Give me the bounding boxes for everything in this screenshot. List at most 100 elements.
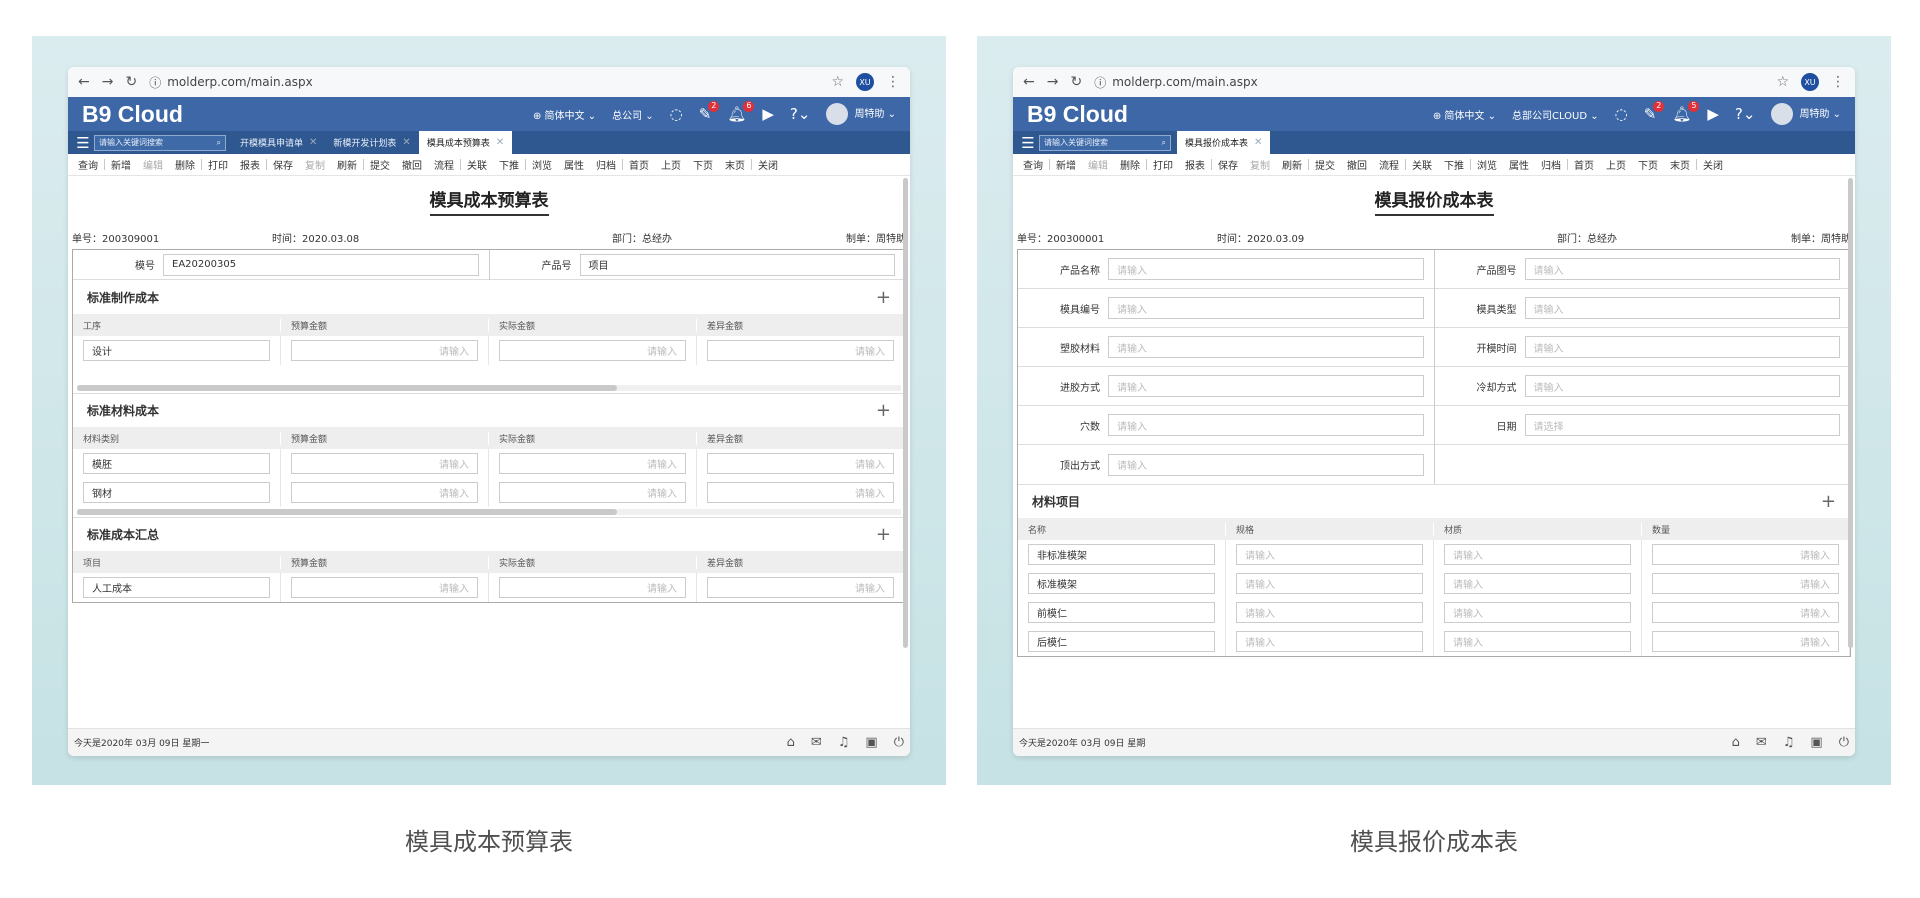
toolbar-submit[interactable]: 提交 xyxy=(1309,157,1341,172)
user-menu[interactable]: 周特助 ⌄ xyxy=(1771,103,1841,125)
add-row-icon[interactable]: + xyxy=(876,524,891,545)
plastic-material-input[interactable]: 请输入 xyxy=(1108,336,1424,358)
toolbar-flow[interactable]: 流程 xyxy=(428,157,460,172)
budget-amount-field[interactable]: 请输入 xyxy=(291,577,478,598)
actual-amount-field[interactable]: 请输入 xyxy=(499,482,686,503)
power-icon[interactable]: ⏻ xyxy=(894,735,904,750)
budget-amount-field[interactable]: 请输入 xyxy=(291,340,478,361)
bookmark-star-icon[interactable]: ☆ xyxy=(1776,74,1789,90)
gate-method-input[interactable]: 请输入 xyxy=(1108,375,1424,397)
address-bar[interactable]: ⓘ molderp.com/main.aspx xyxy=(1094,74,1764,91)
material-type-field[interactable]: 模胚 xyxy=(83,453,270,474)
mail-icon[interactable]: ✉ xyxy=(811,735,822,750)
play-icon[interactable]: ▶︎ xyxy=(1707,106,1719,122)
chart-icon[interactable]: ▣ xyxy=(1810,735,1822,750)
language-switch[interactable]: ⊕ 简体中文 ⌄ xyxy=(1433,107,1496,122)
diff-amount-field[interactable]: 请输入 xyxy=(707,453,894,474)
toolbar-edit[interactable]: 编辑 xyxy=(1082,157,1114,172)
open-time-input[interactable]: 请输入 xyxy=(1524,336,1840,358)
toolbar-withdraw[interactable]: 撤回 xyxy=(1341,157,1373,172)
add-row-icon[interactable]: + xyxy=(1821,491,1836,512)
cavity-input[interactable]: 请输入 xyxy=(1108,414,1424,436)
item-field[interactable]: 人工成本 xyxy=(83,577,270,598)
diff-amount-field[interactable]: 请输入 xyxy=(707,482,894,503)
reload-icon[interactable]: ↻ xyxy=(125,74,137,90)
toolbar-prev[interactable]: 上页 xyxy=(655,157,687,172)
toolbar-edit[interactable]: 编辑 xyxy=(137,157,169,172)
process-field[interactable]: 设计 xyxy=(83,340,270,361)
item-name-field[interactable]: 标准模架 xyxy=(1028,573,1215,594)
edit-icon[interactable]: ✎ 2 xyxy=(1644,100,1665,122)
toolbar-last[interactable]: 末页 xyxy=(719,157,751,172)
material-field[interactable]: 请输入 xyxy=(1444,544,1631,565)
chat-icon[interactable]: ◌ xyxy=(670,106,683,122)
search-input[interactable]: 请输入关键词搜索 ⌕ xyxy=(94,134,226,151)
play-icon[interactable]: ▶︎ xyxy=(762,106,774,122)
item-name-field[interactable]: 非标准模架 xyxy=(1028,544,1215,565)
spec-field[interactable]: 请输入 xyxy=(1236,602,1423,623)
user-menu[interactable]: 周特助 ⌄ xyxy=(826,103,896,125)
budget-amount-field[interactable]: 请输入 xyxy=(291,482,478,503)
quantity-field[interactable]: 请输入 xyxy=(1652,631,1839,652)
quantity-field[interactable]: 请输入 xyxy=(1652,573,1839,594)
toolbar-first[interactable]: 首页 xyxy=(1568,157,1600,172)
toolbar-browse[interactable]: 浏览 xyxy=(1471,157,1503,172)
add-row-icon[interactable]: + xyxy=(876,400,891,421)
toolbar-withdraw[interactable]: 撤回 xyxy=(396,157,428,172)
search-icon[interactable]: ⌕ xyxy=(217,138,221,148)
toolbar-last[interactable]: 末页 xyxy=(1664,157,1696,172)
actual-amount-field[interactable]: 请输入 xyxy=(499,453,686,474)
spec-field[interactable]: 请输入 xyxy=(1236,573,1423,594)
home-icon[interactable]: ⌂ xyxy=(787,735,795,750)
tab-cost-budget[interactable]: 模具成本预算表 ✕ xyxy=(418,131,513,154)
diff-amount-field[interactable]: 请输入 xyxy=(707,340,894,361)
toolbar-print[interactable]: 打印 xyxy=(202,157,234,172)
toolbar-next[interactable]: 下页 xyxy=(1632,157,1664,172)
cooling-method-input[interactable]: 请输入 xyxy=(1524,375,1840,397)
toolbar-archive[interactable]: 归档 xyxy=(590,157,622,172)
music-icon[interactable]: ♫ xyxy=(838,735,850,750)
company-switch[interactable]: 总部公司CLOUD ⌄ xyxy=(1512,107,1599,122)
toolbar-close[interactable]: 关闭 xyxy=(1697,157,1729,172)
toolbar-submit[interactable]: 提交 xyxy=(364,157,396,172)
toolbar-archive[interactable]: 归档 xyxy=(1535,157,1567,172)
bookmark-star-icon[interactable]: ☆ xyxy=(831,74,844,90)
close-icon[interactable]: ✕ xyxy=(1254,137,1262,148)
vertical-scrollbar[interactable] xyxy=(903,178,908,648)
product-no-field[interactable]: 项目 xyxy=(579,253,895,276)
quantity-field[interactable]: 请输入 xyxy=(1652,544,1839,565)
toolbar-prev[interactable]: 上页 xyxy=(1600,157,1632,172)
help-icon[interactable]: ?⌄ xyxy=(790,106,811,122)
toolbar-refresh[interactable]: 刷新 xyxy=(1276,157,1308,172)
toolbar-save[interactable]: 保存 xyxy=(267,157,299,172)
search-icon[interactable]: ⌕ xyxy=(1162,138,1166,148)
horizontal-scrollbar[interactable] xyxy=(77,509,901,515)
toolbar-props[interactable]: 属性 xyxy=(1503,157,1535,172)
forward-icon[interactable]: → xyxy=(1047,74,1059,90)
tab-quote-cost[interactable]: 模具报价成本表 ✕ xyxy=(1177,131,1271,154)
toolbar-copy[interactable]: 复制 xyxy=(1244,157,1276,172)
material-field[interactable]: 请输入 xyxy=(1444,602,1631,623)
toolbar-query[interactable]: 查询 xyxy=(72,157,104,172)
item-name-field[interactable]: 后模仁 xyxy=(1028,631,1215,652)
address-bar[interactable]: ⓘ molderp.com/main.aspx xyxy=(149,74,819,91)
toolbar-props[interactable]: 属性 xyxy=(558,157,590,172)
chart-icon[interactable]: ▣ xyxy=(865,735,877,750)
home-icon[interactable]: ⌂ xyxy=(1732,735,1740,750)
menu-icon[interactable]: ☰ xyxy=(1017,134,1039,152)
ejection-method-input[interactable]: 请输入 xyxy=(1108,453,1424,476)
close-icon[interactable]: ✕ xyxy=(309,137,317,148)
profile-avatar[interactable]: XU xyxy=(856,73,874,91)
product-name-input[interactable]: 请输入 xyxy=(1108,258,1424,280)
toolbar-link[interactable]: 关联 xyxy=(461,157,493,172)
profile-avatar[interactable]: XU xyxy=(1801,73,1819,91)
power-icon[interactable]: ⏻ xyxy=(1839,735,1849,750)
browser-menu-icon[interactable]: ⋮ xyxy=(1831,74,1845,90)
mail-icon[interactable]: ✉ xyxy=(1756,735,1767,750)
toolbar-add[interactable]: 新增 xyxy=(1050,157,1082,172)
toolbar-first[interactable]: 首页 xyxy=(623,157,655,172)
back-icon[interactable]: ← xyxy=(78,74,90,90)
material-field[interactable]: 请输入 xyxy=(1444,573,1631,594)
actual-amount-field[interactable]: 请输入 xyxy=(499,340,686,361)
toolbar-next[interactable]: 下页 xyxy=(687,157,719,172)
